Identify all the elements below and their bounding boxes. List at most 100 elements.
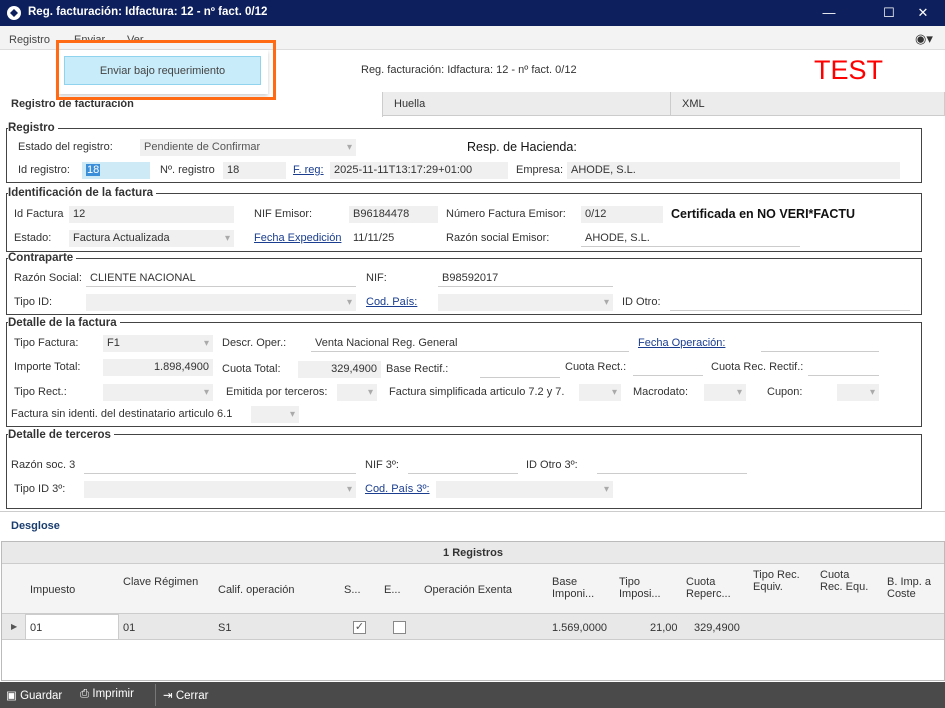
col-s[interactable]: S... — [344, 584, 361, 596]
cell-impuesto[interactable]: 01 — [30, 622, 42, 634]
col-calif[interactable]: Calif. operación — [218, 584, 294, 596]
col-tipo-rec[interactable]: Tipo Rec. Equiv. — [753, 569, 803, 593]
env-label: TEST — [814, 55, 884, 85]
resp-hacienda-label: Resp. de Hacienda: — [467, 140, 577, 154]
cod-pais3-select[interactable] — [436, 481, 613, 498]
empresa-field[interactable]: AHODE, S.L. — [567, 162, 900, 179]
save-icon: ▣ — [6, 690, 17, 702]
cuota-total-label: Cuota Total: — [222, 363, 281, 375]
estado-select[interactable]: Factura Actualizada — [69, 230, 234, 247]
tipo-factura-select[interactable]: F1 — [103, 335, 213, 352]
empresa-label: Empresa: — [516, 164, 564, 176]
tab-huella[interactable]: Huella — [383, 92, 671, 116]
col-clave[interactable]: Clave Régimen — [123, 576, 203, 588]
num-factura-label: Número Factura Emisor: — [446, 208, 566, 220]
estado-label: Estado: — [14, 232, 52, 244]
header-subtitle: Reg. facturación: Idfactura: 12 - nº fac… — [361, 64, 577, 76]
cerrar-button[interactable]: ⇥ Cerrar — [163, 688, 208, 702]
num-factura-field[interactable]: 0/12 — [581, 206, 663, 223]
minimize-button[interactable]: — — [806, 0, 852, 26]
razon-soc3-label: Razón soc. 3 — [11, 459, 76, 471]
descr-oper-field[interactable]: Venta Nacional Reg. General — [311, 335, 629, 352]
descr-oper-label: Descr. Oper.: — [222, 337, 287, 349]
importe-total-label: Importe Total: — [14, 361, 81, 373]
id-otro3-field[interactable] — [597, 457, 747, 474]
table-row[interactable] — [2, 614, 944, 640]
imprimir-button[interactable]: ⎙ Imprimir — [80, 688, 134, 701]
highlight-box — [56, 40, 276, 100]
fecha-expedicion-link[interactable]: Fecha Expedición — [254, 232, 341, 244]
tipo-id3-select[interactable] — [84, 481, 356, 498]
base-rectif-field[interactable] — [480, 361, 560, 378]
sin-identi-label: Factura sin identi. del destinatario art… — [11, 408, 233, 420]
tipo-id-select[interactable] — [86, 294, 356, 311]
settings-logo-icon[interactable]: ◉▾ — [915, 31, 933, 47]
cuota-total-field[interactable]: 329,4900 — [298, 361, 381, 378]
id-registro-label: Id registro: — [18, 164, 70, 176]
registro-title: Registro — [8, 122, 58, 134]
app-logo-icon — [7, 6, 21, 20]
freg-link[interactable]: F. reg: — [293, 164, 324, 176]
simplificada-label: Factura simplificada articulo 7.2 y 7. — [389, 386, 565, 398]
fecha-expedicion-field[interactable]: 11/11/25 — [349, 230, 438, 247]
sin-identi-select[interactable] — [251, 406, 299, 423]
row-pointer-icon: ▶ — [11, 622, 18, 631]
nif-emisor-field[interactable]: B96184478 — [349, 206, 438, 223]
macrodato-select[interactable] — [704, 384, 746, 401]
cell-cuota: 329,4900 — [694, 622, 740, 634]
nreg-field[interactable]: 18 — [223, 162, 286, 179]
cell-tipo: 21,00 — [650, 622, 678, 634]
razon-emisor-field[interactable]: AHODE, S.L. — [581, 230, 800, 247]
nif3-label: NIF 3º: — [365, 459, 399, 471]
nif-field[interactable]: B98592017 — [438, 270, 613, 287]
estado-registro-select[interactable]: Pendiente de Confirmar — [140, 139, 356, 156]
simplificada-select[interactable] — [579, 384, 621, 401]
e-checkbox[interactable] — [393, 621, 406, 634]
cell-base: 1.569,0000 — [552, 622, 608, 634]
col-tipo[interactable]: Tipo Imposi... — [619, 576, 679, 600]
close-window-button[interactable]: ✕ — [900, 0, 945, 26]
col-bimp-coste[interactable]: B. Imp. a Coste — [887, 576, 942, 600]
id-factura-field[interactable]: 12 — [69, 206, 234, 223]
col-e[interactable]: E... — [384, 584, 401, 596]
tipo-factura-label: Tipo Factura: — [14, 337, 79, 349]
freg-field[interactable]: 2025-11-11T13:17:29+01:00 — [330, 162, 508, 179]
emitida-terceros-select[interactable] — [337, 384, 377, 401]
importe-total-field[interactable]: 1.898,4900 — [103, 359, 213, 376]
col-exenta[interactable]: Operación Exenta — [424, 584, 512, 596]
tipo-rect-select[interactable] — [103, 384, 213, 401]
cerrar-label: Cerrar — [175, 690, 209, 702]
estado-registro-label: Estado del registro: — [18, 141, 113, 153]
guardar-button[interactable]: ▣ Guardar — [6, 688, 62, 702]
cupon-label: Cupon: — [767, 386, 803, 398]
nif3-field[interactable] — [408, 457, 518, 474]
cuota-rect-field[interactable] — [633, 359, 703, 376]
desglose-title: Desglose — [11, 520, 60, 532]
cod-pais-select[interactable] — [438, 294, 613, 311]
desglose-grid: 1 Registros ▶ Impuesto Clave Régimen Cal… — [1, 541, 945, 681]
tab-xml[interactable]: XML — [671, 92, 945, 116]
col-cuota[interactable]: Cuota Reperc... — [686, 576, 748, 600]
s-checkbox[interactable]: ✓ — [353, 621, 366, 634]
menu-registro[interactable]: Registro — [9, 34, 50, 46]
fecha-operacion-link[interactable]: Fecha Operación: — [638, 337, 725, 349]
col-cuota-rec[interactable]: Cuota Rec. Equ. — [820, 569, 870, 593]
razon-social-field[interactable]: CLIENTE NACIONAL — [86, 270, 356, 287]
cupon-select[interactable] — [837, 384, 879, 401]
razon-soc3-field[interactable] — [84, 457, 356, 474]
title-bar: Reg. facturación: Idfactura: 12 - nº fac… — [0, 0, 945, 26]
col-impuesto[interactable]: Impuesto — [30, 584, 75, 596]
id-otro-field[interactable] — [670, 294, 910, 311]
window-title: Reg. facturación: Idfactura: 12 - nº fac… — [28, 6, 268, 18]
certificada-text: Certificada en NO VERI*FACTU — [671, 207, 856, 221]
print-icon: ⎙ — [80, 688, 90, 700]
nif-label: NIF: — [366, 272, 387, 284]
cod-pais-link[interactable]: Cod. País: — [366, 296, 417, 308]
cuota-rec-rectif-field[interactable] — [808, 359, 879, 376]
col-base[interactable]: Base Imponi... — [552, 576, 610, 600]
cod-pais3-link[interactable]: Cod. País 3º: — [365, 483, 430, 495]
grid-count: 1 Registros — [2, 542, 944, 564]
id-registro-field[interactable]: 18 — [82, 162, 150, 179]
fecha-operacion-field[interactable] — [761, 335, 879, 352]
cell-clave: 01 — [123, 622, 136, 634]
